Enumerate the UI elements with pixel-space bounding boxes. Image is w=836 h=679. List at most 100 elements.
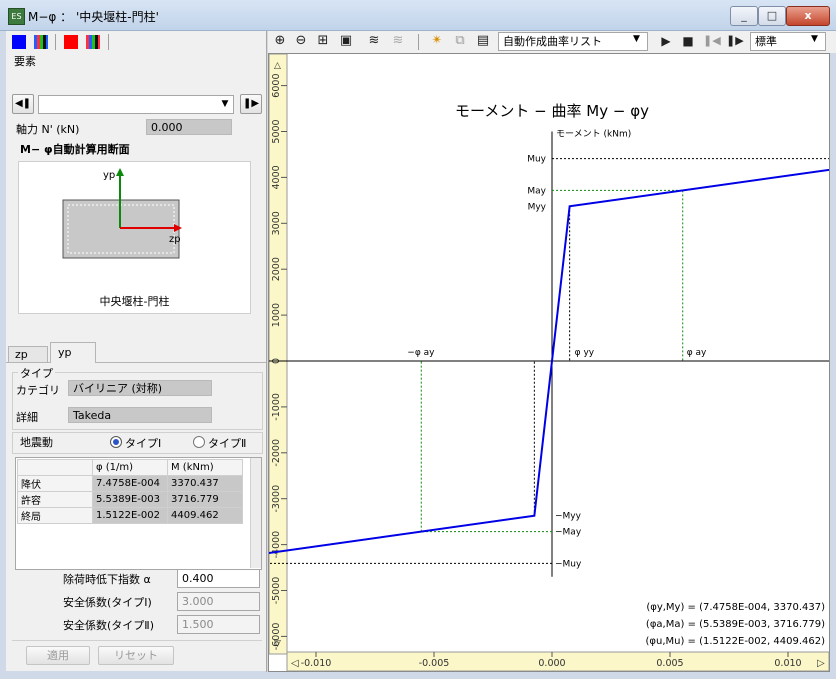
y-tick-label: 6000 [271, 74, 282, 98]
multicolor-icon-2[interactable] [86, 35, 100, 49]
row-name: 許容 [17, 491, 93, 508]
safety-factor-2-input[interactable]: 1.500 [177, 615, 260, 634]
close-button[interactable]: x [786, 6, 830, 26]
alpha-label: 除荷時低下指数 α [63, 573, 151, 586]
mphi-chart: △▽◁ ▷6000500040003000200010000-1000-2000-… [269, 54, 829, 671]
x-tick-label: 0.005 [656, 658, 683, 669]
table-row[interactable]: 降伏 7.4758E-004 3370.437 [17, 475, 243, 492]
type1-label: タイプⅠ [125, 437, 162, 450]
curve-tool-disabled-icon: ≋ [392, 33, 404, 48]
maximize-button[interactable]: □ [758, 6, 786, 26]
type-header: タイプ [18, 365, 55, 381]
section-header: M− φ自動計算用断面 [20, 143, 130, 156]
apply-button[interactable]: 適用 [26, 646, 90, 665]
earthquake-label: 地震動 [20, 436, 53, 449]
alpha-input[interactable]: 0.400 [177, 569, 260, 588]
app-icon: ES [8, 8, 25, 25]
tab-zp[interactable]: zp [8, 346, 48, 362]
y-tick-label: 1000 [271, 303, 282, 327]
step-forward-icon[interactable]: ❚▶ [726, 33, 744, 49]
x-tick-label: -0.010 [301, 658, 332, 669]
zp-label: zp [169, 234, 181, 245]
chevron-down-icon[interactable]: ▼ [633, 34, 640, 44]
row-name: 降伏 [17, 475, 93, 492]
row-m[interactable]: 4409.462 [167, 507, 243, 524]
y-tick-label: -2000 [271, 439, 282, 467]
section-diagram [62, 168, 182, 259]
reset-button[interactable]: リセット [98, 646, 174, 665]
element-select[interactable] [38, 95, 234, 114]
x-tick-label: 0.010 [774, 658, 801, 669]
y-ruler-up-arrow: △ [274, 61, 281, 71]
nmyy-label: −Myy [555, 512, 582, 522]
category-value: バイリニア (対称) [68, 380, 212, 396]
safety-factor-1-input[interactable]: 3.000 [177, 592, 260, 611]
tab-baseline [6, 362, 267, 363]
prev-element-button[interactable]: ◀❚ [12, 94, 34, 114]
table-row[interactable]: 許容 5.5389E-003 3716.779 [17, 491, 243, 508]
window-title: M−φ ： '中央堰柱-門柱' [28, 10, 159, 24]
y-tick-label: -4000 [271, 531, 282, 559]
readout-3: (φu,Mu) = (1.5122E-002, 4409.462) [646, 636, 826, 647]
zoom-out-icon[interactable]: ⊖ [293, 33, 309, 49]
x-tick-label: -0.005 [419, 658, 450, 669]
yp-label: yp [103, 170, 116, 181]
may-label: May [527, 186, 546, 196]
type2-radio[interactable] [193, 436, 205, 448]
row-phi[interactable]: 7.4758E-004 [92, 475, 168, 492]
row-phi[interactable]: 1.5122E-002 [92, 507, 168, 524]
nmay-label: −May [555, 528, 582, 538]
curve-tool-icon[interactable]: ≋ [366, 33, 382, 49]
toolbar-separator [55, 34, 56, 50]
fit-grid-icon[interactable]: ⊞ [315, 33, 331, 49]
grid-scrollbar[interactable] [250, 458, 261, 568]
row-m[interactable]: 3370.437 [167, 475, 243, 492]
table-header-phi: φ (1/m) [92, 459, 168, 476]
yp-arrow-head [116, 168, 124, 176]
toolbar-separator [418, 34, 419, 50]
chart-area: △ ▽ ◁ ▷ 6000 5000 4000 3000 2000 1000 0 -1000 -2000-… [268, 53, 830, 672]
red-color-icon[interactable] [64, 35, 78, 49]
play-icon[interactable]: ▶ [658, 33, 674, 49]
type2-label: タイプⅡ [208, 437, 247, 450]
tab-yp[interactable]: yp [50, 342, 96, 363]
toolbar-separator [108, 34, 109, 50]
row-m[interactable]: 3716.779 [167, 491, 243, 508]
y-tick-label: 3000 [271, 211, 282, 235]
y-tick-label: -5000 [271, 577, 282, 605]
detail-value: Takeda [68, 407, 212, 423]
stop-icon[interactable]: ■ [680, 33, 696, 49]
y-tick-label: -3000 [271, 485, 282, 513]
zoom-window-icon[interactable]: ▣ [338, 33, 354, 49]
section-preview: yp zp 中央堰柱-門柱 [18, 161, 251, 314]
result-table: φ (1/m) M (kNm) 降伏 7.4758E-004 3370.437 … [17, 459, 243, 524]
chevron-down-icon[interactable]: ▼ [218, 97, 232, 112]
category-label: カテゴリ [16, 384, 60, 397]
row-phi[interactable]: 5.5389E-003 [92, 491, 168, 508]
step-back-icon: ❚◀ [703, 34, 721, 47]
row-name: 終局 [17, 507, 93, 524]
y-tick-label: 4000 [271, 165, 282, 189]
nphiay-label: −φ ay [407, 348, 435, 358]
run-person-icon[interactable]: ✴ [429, 33, 445, 49]
button-divider [12, 640, 262, 641]
phiyy-label: φ yy [575, 348, 595, 358]
result-grid: φ (1/m) M (kNm) 降伏 7.4758E-004 3370.437 … [15, 457, 262, 570]
curve-list-select[interactable]: 自動作成曲率リスト [498, 32, 648, 51]
list-icon[interactable]: ▤ [475, 33, 491, 49]
table-row[interactable]: 終局 1.5122E-002 4409.462 [17, 507, 243, 524]
type1-radio[interactable] [110, 436, 122, 448]
minimize-button[interactable]: _ [730, 6, 758, 26]
y-tick-label: 2000 [271, 257, 282, 281]
next-element-button[interactable]: ❚▶ [240, 94, 262, 114]
y-tick-label: 5000 [271, 119, 282, 143]
multicolor-icon[interactable] [34, 35, 48, 49]
myy-label: Myy [528, 202, 547, 212]
chart-title: モーメント − 曲率 My − φy [455, 102, 649, 120]
zoom-in-icon[interactable]: ⊕ [272, 33, 288, 49]
chevron-down-icon[interactable]: ▼ [811, 34, 818, 44]
blue-color-icon[interactable] [12, 35, 26, 49]
phiay-label: φ ay [687, 348, 707, 358]
x-ruler-right-arrow: ▷ [817, 658, 825, 669]
y-tick-label: -1000 [271, 393, 282, 421]
